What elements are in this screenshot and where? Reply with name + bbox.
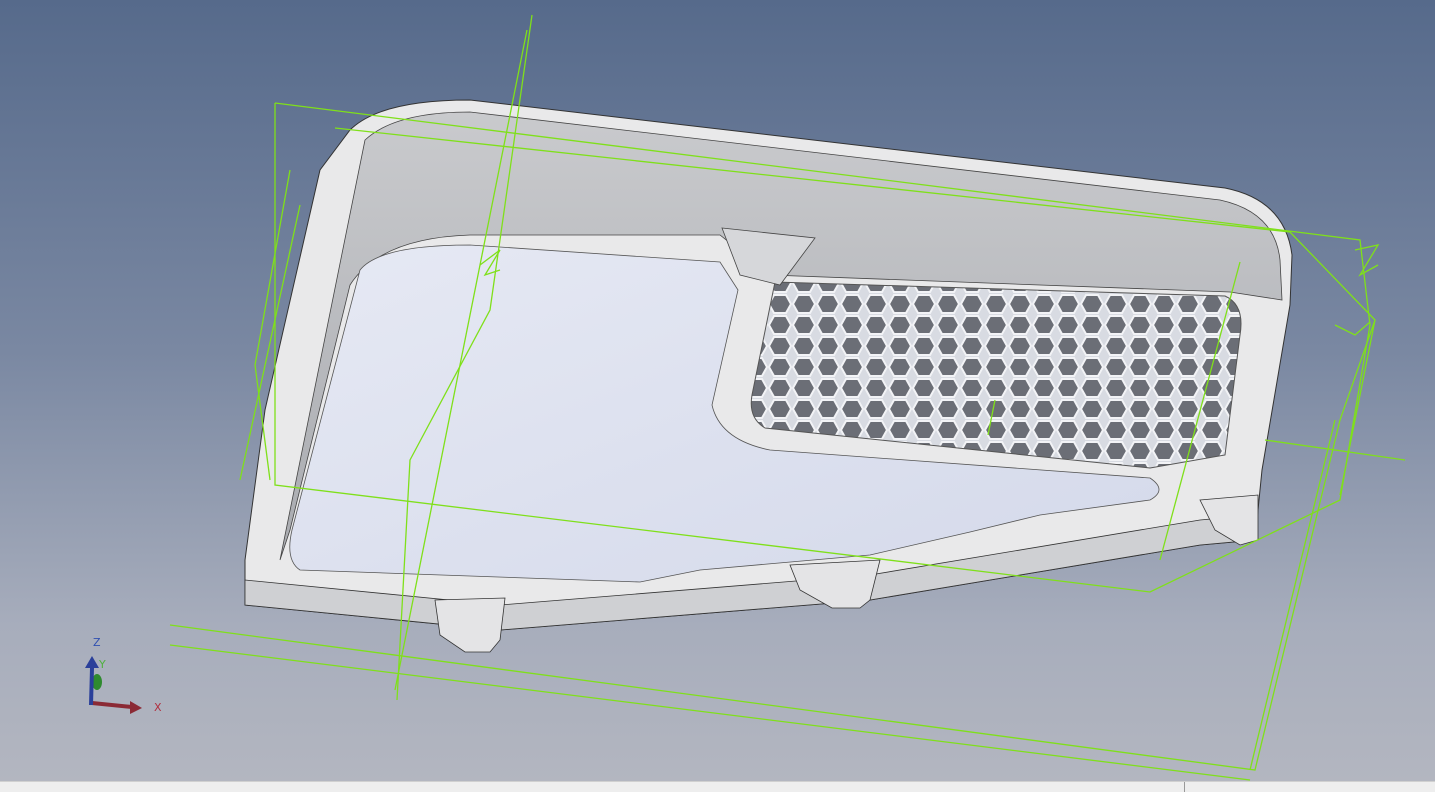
x-axis-arrowhead <box>130 701 142 714</box>
model-canvas[interactable]: X Y Z <box>0 0 1435 781</box>
y-axis-label: Y <box>98 658 106 671</box>
axis-triad: X Y Z <box>85 636 162 714</box>
z-axis-arrow <box>89 667 94 706</box>
status-bar <box>0 781 1435 792</box>
x-axis-label: X <box>154 701 162 714</box>
z-axis-arrowhead <box>85 656 99 668</box>
3d-viewport[interactable]: X Y Z <box>0 0 1435 781</box>
z-axis-label: Z <box>93 636 101 649</box>
x-axis-arrow <box>91 701 133 709</box>
